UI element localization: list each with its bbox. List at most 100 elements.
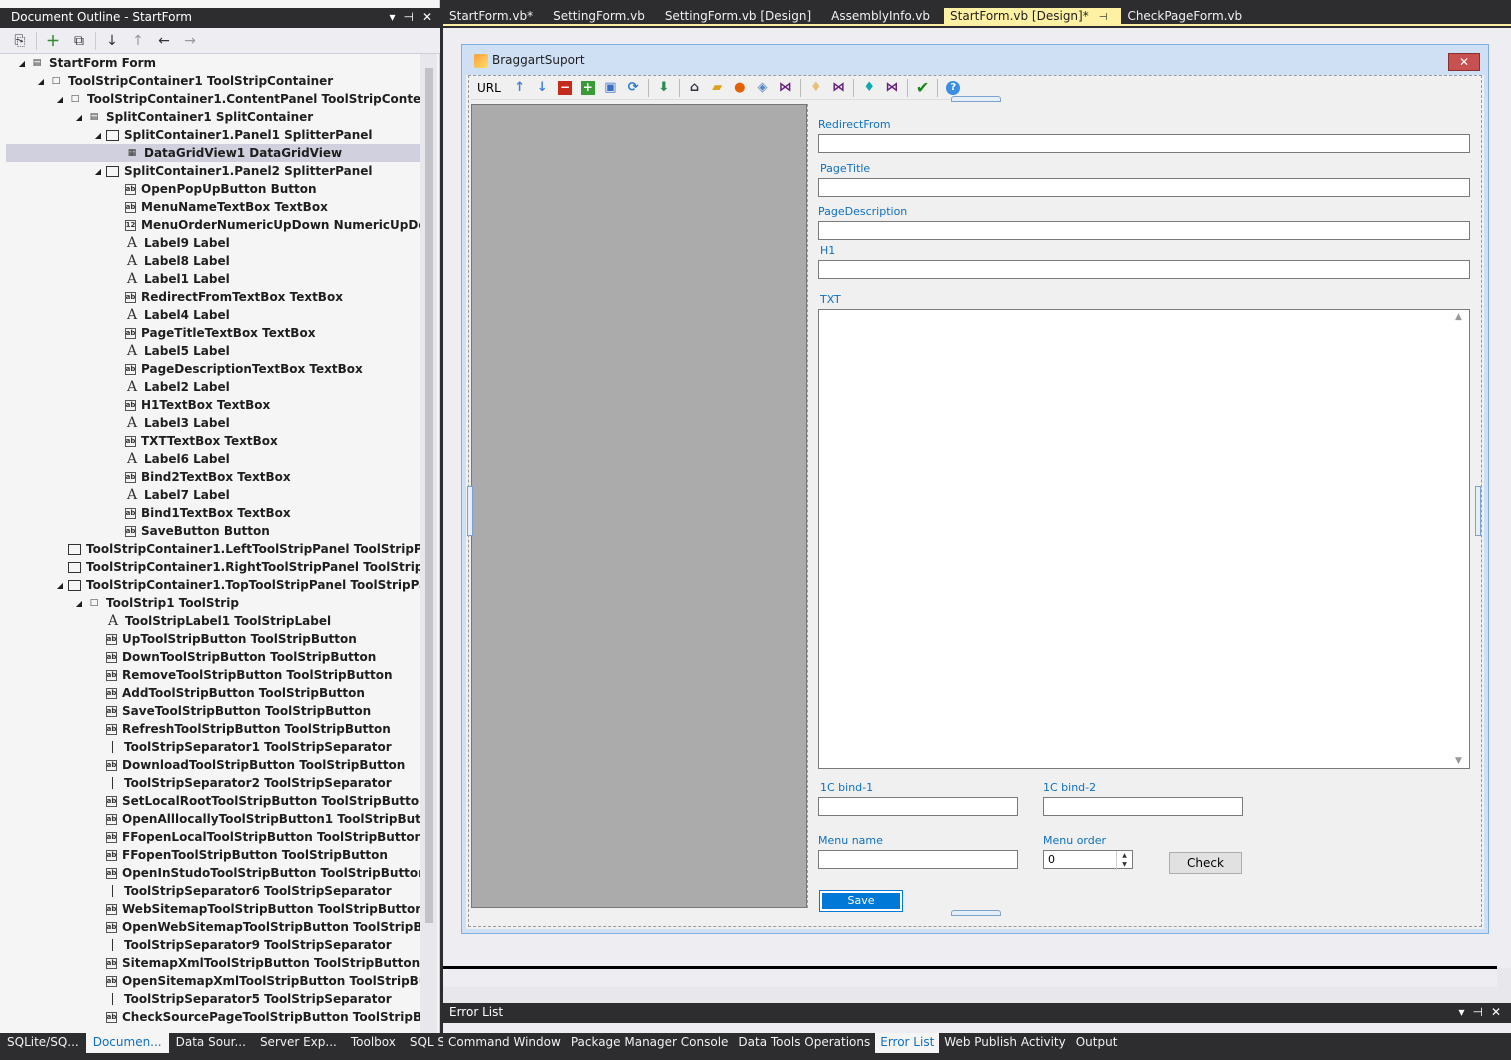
scroll-down-icon[interactable]: ▼ xyxy=(1455,756,1462,766)
move-down-icon[interactable]: ↓ xyxy=(102,31,122,51)
document-tab[interactable]: StartForm.vb [Design]* ⊣ xyxy=(944,8,1122,24)
outline-scrollbar[interactable] xyxy=(420,54,437,1033)
outline-node[interactable]: ◢ ▤ SplitContainer1 SplitContainer xyxy=(73,108,313,126)
dropdown-icon[interactable]: ▾ xyxy=(1458,1005,1464,1019)
close-icon[interactable]: ✕ xyxy=(422,10,432,24)
check-button[interactable]: Check xyxy=(1169,852,1242,874)
pin-icon[interactable]: ⊣ xyxy=(1472,1005,1482,1019)
outline-node[interactable]: ab MenuNameTextBox TextBox xyxy=(111,198,328,216)
outline-node[interactable]: ToolStripContainer1.RightToolStripPanel … xyxy=(54,558,420,576)
expand-arrow-icon[interactable]: ◢ xyxy=(54,95,66,104)
outline-node[interactable]: A Label9 Label xyxy=(111,234,230,252)
outline-node[interactable]: ab DownloadToolStripButton ToolStripButto… xyxy=(92,756,405,774)
designer-horizontal-scrollbar[interactable] xyxy=(443,987,1497,1003)
outline-node[interactable]: ◢ □ ToolStripContainer1 ToolStripContainer xyxy=(35,72,333,90)
document-tab[interactable]: AssemblyInfo.vb xyxy=(825,8,945,24)
expand-arrow-icon[interactable]: ◢ xyxy=(92,131,104,140)
outline-node[interactable]: A Label4 Label xyxy=(111,306,230,324)
toolstrip-container[interactable]: URL ↑ ↓ − + ▣ ⟳ ⬇ ⌂ ▰ ● ◈ ⋈ ♦ ⋈ ♦ ⋈ ✔ ? … xyxy=(467,75,1482,927)
sitemap-xml-icon[interactable]: ♦ xyxy=(859,78,879,98)
sitemap-drop-icon[interactable]: ♦ xyxy=(806,78,826,98)
left-tab[interactable]: Documen... xyxy=(85,1033,169,1053)
outline-node[interactable]: ab OpenAlllocallyToolStripButton1 ToolStr… xyxy=(92,810,420,828)
expand-arrow-icon[interactable]: ◢ xyxy=(73,599,85,608)
split-container-splitter[interactable] xyxy=(807,104,813,908)
h1-field[interactable] xyxy=(818,260,1470,279)
outline-node[interactable]: ab FFopenToolStripButton ToolStripButton xyxy=(92,846,388,864)
document-tab[interactable]: SettingForm.vb [Design] xyxy=(658,8,826,24)
remove-icon[interactable]: − xyxy=(555,78,575,98)
outline-node[interactable]: ab OpenPopUpButton Button xyxy=(111,180,317,198)
outline-node[interactable]: ToolStripSeparator5 ToolStripSeparator xyxy=(92,990,392,1008)
outline-node[interactable]: ab SaveToolStripButton ToolStripButton xyxy=(92,702,371,720)
outline-node[interactable]: A Label8 Label xyxy=(111,252,230,270)
page-title-field[interactable] xyxy=(818,178,1470,197)
outline-node[interactable]: ◢ □ ToolStripContainer1.ContentPanel ToolS… xyxy=(54,90,420,108)
outline-node[interactable]: ab DownToolStripButton ToolStripButton xyxy=(92,648,376,666)
outline-node[interactable]: ab UpToolStripButton ToolStripButton xyxy=(92,630,357,648)
outline-node[interactable]: A Label7 Label xyxy=(111,486,230,504)
expand-arrow-icon[interactable]: ◢ xyxy=(35,77,47,86)
bottom-tab[interactable]: Package Manager Console xyxy=(566,1033,734,1053)
outline-node[interactable]: A Label1 Label xyxy=(111,270,230,288)
document-tab[interactable]: CheckPageForm.vb xyxy=(1121,8,1257,24)
collapse-all-icon[interactable]: ⧉ xyxy=(69,31,89,51)
outline-node[interactable]: A Label6 Label xyxy=(111,450,230,468)
outline-node[interactable]: ToolStripSeparator6 ToolStripSeparator xyxy=(92,882,392,900)
save-icon[interactable]: ▣ xyxy=(601,78,621,98)
outline-node[interactable]: ab RemoveToolStripButton ToolStripButton xyxy=(92,666,393,684)
outline-node[interactable]: ◢ ToolStripContainer1.TopToolStripPanel T… xyxy=(54,576,420,594)
textarea-scrollbar[interactable]: ▲ ▼ xyxy=(1452,310,1469,768)
outline-node[interactable]: ab OpenInStudoToolStripButton ToolStripBu… xyxy=(92,864,420,882)
add-icon[interactable]: + xyxy=(578,78,598,98)
outline-node[interactable]: ToolStripSeparator9 ToolStripSeparator xyxy=(92,936,392,954)
left-tab[interactable]: SQLite/SQ... xyxy=(0,1033,86,1053)
expand-arrow-icon[interactable]: ◢ xyxy=(73,113,85,122)
left-tab[interactable]: Toolbox xyxy=(344,1033,403,1053)
designer-form[interactable]: BraggartSuport ✕ URL ↑ ↓ − + ▣ ⟳ ⬇ ⌂ ▰ ●… xyxy=(461,44,1489,934)
redirect-from-field[interactable] xyxy=(818,134,1470,153)
outline-node[interactable]: ▦ DataGridView1 DataGridView xyxy=(6,144,420,162)
bottom-tab[interactable]: Data Tools Operations xyxy=(733,1033,875,1053)
expand-all-icon[interactable]: ＋ xyxy=(43,31,63,51)
outline-node[interactable]: ab Bind1TextBox TextBox xyxy=(111,504,291,522)
outline-node[interactable]: ab OpenSitemapXmlToolStripButton ToolStri… xyxy=(92,972,420,990)
bottom-panel-grip[interactable] xyxy=(951,910,1001,916)
txt-textarea[interactable]: ▲ ▼ xyxy=(818,309,1470,769)
menu-name-field[interactable] xyxy=(818,850,1018,869)
pin-icon[interactable]: ⊣ xyxy=(1099,12,1108,23)
expand-arrow-icon[interactable]: ◢ xyxy=(54,581,66,590)
outline-node[interactable]: ToolStripSeparator1 ToolStripSeparator xyxy=(92,738,392,756)
visual-studio-icon[interactable]: ⋈ xyxy=(775,78,795,98)
download-icon[interactable]: ⬇ xyxy=(654,78,674,98)
bottom-tab[interactable]: Error List xyxy=(875,1033,940,1053)
move-up-icon[interactable]: ↑ xyxy=(128,31,148,51)
stepper-arrows-icon[interactable]: ▲ ▼ xyxy=(1116,851,1132,870)
outline-node[interactable]: 12 MenuOrderNumericUpDown NumericUpDown xyxy=(111,216,420,234)
left-panel-grip[interactable] xyxy=(467,486,473,536)
outline-node[interactable]: A Label3 Label xyxy=(111,414,230,432)
bottom-tab[interactable]: Command Window xyxy=(443,1033,566,1053)
move-out-icon[interactable]: ← xyxy=(154,31,174,51)
outline-node[interactable]: ab RedirectFromTextBox TextBox xyxy=(111,288,343,306)
form-close-button[interactable]: ✕ xyxy=(1448,53,1480,71)
outline-node[interactable]: A Label5 Label xyxy=(111,342,230,360)
bottom-tab[interactable]: Output xyxy=(1071,1033,1123,1053)
document-tab[interactable]: SettingForm.vb xyxy=(547,8,659,24)
dropdown-icon[interactable]: ▾ xyxy=(389,10,395,24)
check-icon[interactable]: ✔ xyxy=(913,78,933,98)
top-panel-grip[interactable] xyxy=(951,96,1001,102)
bottom-tab[interactable]: Web Publish Activity xyxy=(939,1033,1070,1053)
expand-arrow-icon[interactable]: ◢ xyxy=(92,167,104,176)
new-document-icon[interactable]: ⎘ xyxy=(10,31,30,51)
right-panel-grip[interactable] xyxy=(1475,486,1481,536)
designer-vertical-scrollbar[interactable] xyxy=(1497,968,1511,1003)
firefox-icon[interactable]: ● xyxy=(730,78,750,98)
close-icon[interactable]: ✕ xyxy=(1491,1005,1501,1019)
outline-node[interactable]: ab AddToolStripButton ToolStripButton xyxy=(92,684,365,702)
open-sitemap-icon[interactable]: ⋈ xyxy=(829,78,849,98)
outline-node[interactable]: ab WebSitemapToolStripButton ToolStripBut… xyxy=(92,900,420,918)
scroll-up-icon[interactable]: ▲ xyxy=(1455,312,1462,322)
outline-node[interactable]: ToolStripContainer1.LeftToolStripPanel T… xyxy=(54,540,420,558)
outline-node[interactable]: ◢ ▤ StartForm Form xyxy=(16,54,156,72)
